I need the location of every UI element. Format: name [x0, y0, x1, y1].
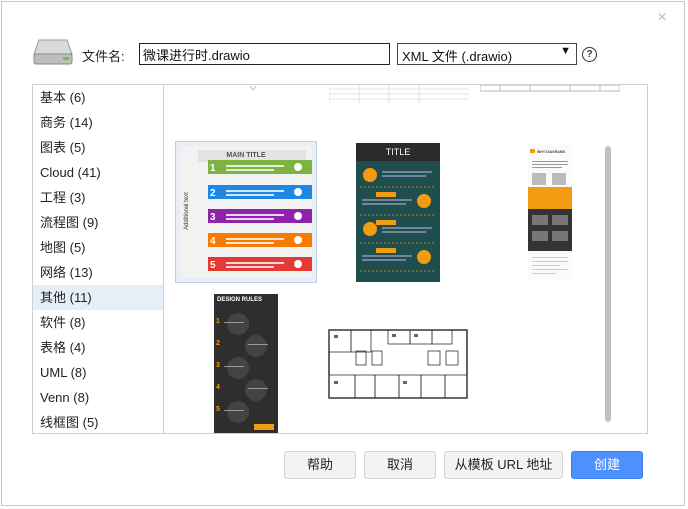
category-item-uml[interactable]: UML (8) — [33, 360, 163, 385]
design-rules-step: 2 — [216, 340, 220, 347]
template-thumb-poster[interactable]: TITLE — [356, 143, 440, 282]
category-item-tables[interactable]: 表格 (4) — [33, 335, 163, 360]
template-thumb-infographic[interactable]: MAIN TITLE Additional text 1 2 3 4 5 — [175, 141, 317, 283]
design-rules-step: 3 — [216, 362, 220, 369]
template-thumb-partial-2[interactable] — [329, 85, 469, 103]
template-grid: MAIN TITLE Additional text 1 2 3 4 5 TIT… — [164, 85, 647, 433]
cancel-button[interactable]: 取消 — [364, 451, 436, 479]
template-panel: 基本 (6) 商务 (14) 图表 (5) Cloud (41) 工程 (3) … — [32, 84, 648, 434]
filename-label: 文件名: — [82, 49, 125, 64]
file-type-select[interactable]: XML 文件 (.drawio) ▼ — [397, 43, 577, 65]
category-item-charts[interactable]: 图表 (5) — [33, 135, 163, 160]
design-rules-title: DESIGN RULES — [217, 297, 263, 303]
category-sidebar: 基本 (6) 商务 (14) 图表 (5) Cloud (41) 工程 (3) … — [33, 85, 164, 433]
category-item-cloud[interactable]: Cloud (41) — [33, 160, 163, 185]
category-item-venn[interactable]: Venn (8) — [33, 385, 163, 410]
category-item-network[interactable]: 网络 (13) — [33, 260, 163, 285]
infographic-step: 3 — [210, 212, 216, 223]
filename-input[interactable] — [139, 43, 390, 65]
close-icon[interactable]: × — [654, 10, 670, 26]
infographic-step: 2 — [210, 188, 216, 199]
infographic-preview — [180, 146, 312, 278]
template-thumb-floorplan[interactable] — [328, 329, 468, 399]
category-item-business[interactable]: 商务 (14) — [33, 110, 163, 135]
design-rules-step: 5 — [216, 406, 220, 413]
category-item-flowchart[interactable]: 流程图 (9) — [33, 210, 163, 235]
file-type-value: XML 文件 (.drawio) — [402, 49, 513, 64]
template-url-button[interactable]: 从模板 URL 地址 — [444, 451, 563, 479]
create-button[interactable]: 创建 — [571, 451, 643, 479]
category-item-maps[interactable]: 地图 (5) — [33, 235, 163, 260]
infographic-step: 4 — [210, 236, 216, 247]
category-item-other[interactable]: 其他 (11) — [33, 285, 163, 310]
category-item-engineering[interactable]: 工程 (3) — [33, 185, 163, 210]
infographic-side-text: Additional text — [184, 192, 190, 230]
poster-title: TITLE — [385, 147, 411, 157]
article-preview — [528, 143, 572, 281]
category-item-software[interactable]: 软件 (8) — [33, 310, 163, 335]
infographic-title: MAIN TITLE — [226, 152, 266, 159]
infographic-step: 5 — [210, 260, 216, 271]
article-title: WHY DIAGRAMS — [537, 150, 566, 154]
template-grid-scrollbar[interactable] — [605, 146, 611, 422]
design-rules-step: 1 — [216, 318, 220, 325]
design-rules-step: 4 — [216, 384, 220, 391]
template-thumb-partial-3[interactable] — [480, 85, 620, 93]
help-icon[interactable]: ? — [582, 47, 597, 62]
infographic-step: 1 — [210, 163, 216, 174]
design-rules-preview — [224, 313, 274, 430]
template-thumb-partial-1[interactable] — [244, 85, 264, 91]
template-thumb-article[interactable]: WHY DIAGRAMS — [528, 143, 572, 281]
template-thumb-design-rules[interactable]: DESIGN RULES 1 2 3 4 5 — [214, 294, 278, 433]
help-button[interactable]: 帮助 — [284, 451, 356, 479]
poster-preview — [360, 168, 436, 272]
category-item-wireframes[interactable]: 线框图 (5) — [33, 410, 163, 433]
hard-drive-icon — [33, 39, 73, 65]
category-item-basic[interactable]: 基本 (6) — [33, 85, 163, 110]
chevron-down-icon: ▼ — [560, 45, 571, 57]
